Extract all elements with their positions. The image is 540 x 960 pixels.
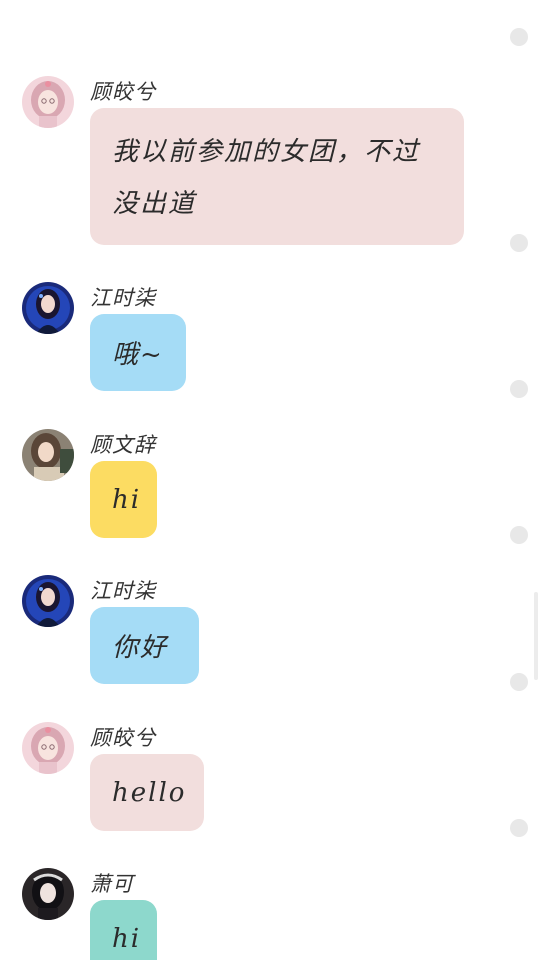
rail-dot[interactable] (510, 380, 528, 398)
message-bubble[interactable]: hello (90, 754, 204, 831)
sender-name: 萧可 (90, 872, 134, 896)
rail-dot[interactable] (510, 234, 528, 252)
rail-dot[interactable] (510, 819, 528, 837)
sender-name: 顾皎兮 (90, 726, 156, 750)
message-bubble[interactable]: hi (90, 900, 157, 960)
black-hair-girl-avatar[interactable] (22, 868, 74, 920)
rail-dot[interactable] (510, 526, 528, 544)
rail-dot[interactable] (510, 28, 528, 46)
message-bubble[interactable]: 你好 (90, 607, 199, 684)
pink-hair-girl-avatar[interactable] (22, 722, 74, 774)
sender-name: 江时柒 (90, 579, 156, 603)
message-bubble[interactable]: 我以前参加的女团，不过没出道 (90, 108, 464, 245)
message-bubble[interactable]: 哦~ (90, 314, 186, 391)
brown-hair-girl-avatar[interactable] (22, 429, 74, 481)
sender-name: 顾文辞 (90, 433, 156, 457)
message-bubble[interactable]: hi (90, 461, 157, 538)
rail-dot[interactable] (510, 673, 528, 691)
blue-dress-girl-avatar[interactable] (22, 575, 74, 627)
blue-dress-girl-avatar[interactable] (22, 282, 74, 334)
sender-name: 江时柒 (90, 286, 156, 310)
sender-name: 顾皎兮 (90, 80, 156, 104)
pink-hair-girl-avatar[interactable] (22, 76, 74, 128)
scrollbar[interactable] (534, 592, 538, 680)
chat-screen: 顾皎兮 我以前参加的女团，不过没出道 江时柒 哦~ 顾文辞 hi 江时柒 你好 … (0, 0, 540, 960)
